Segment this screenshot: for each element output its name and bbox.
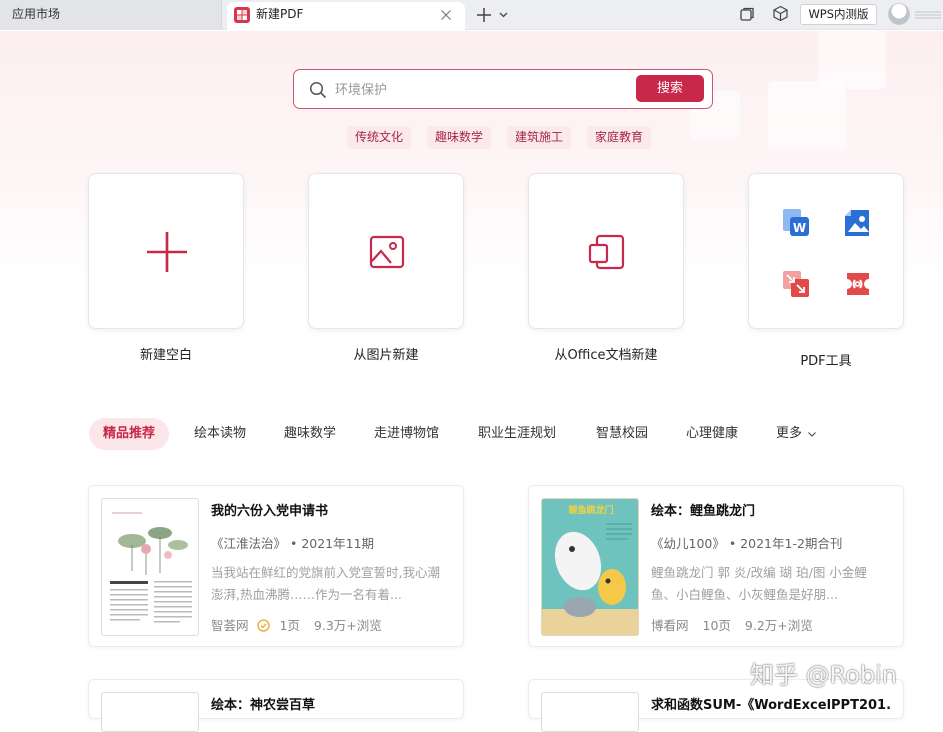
search-icon <box>309 81 327 99</box>
more-options-icon[interactable] <box>913 10 943 20</box>
hot-tag[interactable]: 家庭教育 <box>587 126 652 149</box>
wps-beta-badge[interactable]: WPS内测版 <box>800 4 877 25</box>
new-from-office-label: 从Office文档新建 <box>554 348 658 363</box>
category-tab-career[interactable]: 职业生涯规划 <box>464 418 570 450</box>
tab-bar: 应用市场 新建PDF WPS内测版 <box>0 0 943 30</box>
decoration-block <box>768 81 846 151</box>
document-convert-icon <box>588 234 625 270</box>
plus-icon <box>147 232 187 272</box>
watermark: 知乎 @Robin <box>750 661 898 689</box>
new-tab-plus-icon[interactable] <box>476 7 492 23</box>
category-tab-mental-health[interactable]: 心理健康 <box>672 418 752 450</box>
new-from-image-card[interactable] <box>308 173 464 329</box>
category-tab-museum[interactable]: 走进博物馆 <box>360 418 453 450</box>
close-icon[interactable] <box>440 9 452 21</box>
new-from-image-label: 从图片新建 <box>353 348 419 363</box>
doc-card[interactable]: 我的六份入党申请书 《江淮法治》 • 2021年11期 当我站在鲜红的党旗前入党… <box>88 485 464 647</box>
chevron-down-icon <box>808 431 816 437</box>
window-restore-icon[interactable] <box>739 6 755 22</box>
doc-thumbnail <box>101 692 199 732</box>
lotus-painting-thumbnail <box>102 499 198 635</box>
avatar[interactable] <box>888 3 910 25</box>
svg-text:W: W <box>793 221 806 235</box>
doc-description: 当我站在鲜红的党旗前入党宣誓时,我心潮澎湃,热血沸腾……作为一名有着... <box>211 565 440 602</box>
hot-tag[interactable]: 建筑施工 <box>507 126 572 149</box>
doc-thumbnail <box>101 498 199 636</box>
doc-views: 9.2万+浏览 <box>744 618 813 633</box>
category-tab-picture-books[interactable]: 绘本读物 <box>180 418 260 450</box>
verified-badge-icon <box>256 619 270 632</box>
tab-app-market-label: 应用市场 <box>12 7 61 21</box>
doc-title[interactable]: 绘本：鲤鱼跳龙门 <box>651 500 891 519</box>
wps-pdf-logo-icon <box>234 7 250 23</box>
doc-title[interactable]: 绘本：神农尝百草 <box>211 694 451 713</box>
wps-beta-badge-label: WPS内测版 <box>808 7 869 21</box>
doc-publisher: 博看网 <box>651 618 689 633</box>
pdf-to-word-icon[interactable]: W <box>781 208 811 238</box>
new-from-office-card[interactable] <box>528 173 684 329</box>
hot-tag[interactable]: 趣味数学 <box>427 126 492 149</box>
category-tab-more[interactable]: 更多 <box>762 418 831 450</box>
search-input[interactable] <box>335 78 615 102</box>
carp-picture-book-cover: 鲤鱼跳龙门 <box>542 499 638 635</box>
hot-tag[interactable]: 传统文化 <box>347 126 412 149</box>
doc-title[interactable]: 我的六份入党申请书 <box>211 500 451 519</box>
doc-meta: 智荟网 1页 9.3万+浏览 <box>211 615 392 634</box>
doc-card[interactable]: 绘本：神农尝百草 <box>88 679 464 732</box>
tab-new-pdf-label: 新建PDF <box>256 7 304 21</box>
category-tab-fun-math[interactable]: 趣味数学 <box>270 418 350 450</box>
category-tab-featured[interactable]: 精品推荐 <box>89 418 170 450</box>
pdf-split-icon[interactable] <box>781 269 811 299</box>
doc-meta: 博看网 10页 9.2万+浏览 <box>651 615 823 634</box>
new-blank-label: 新建空白 <box>139 348 192 363</box>
tab-app-market[interactable]: 应用市场 <box>0 0 222 30</box>
category-more-label: 更多 <box>776 426 803 441</box>
doc-description: 鲤鱼跳龙门 郭 炎/改编 瑚 珀/图 小金鲤鱼、小白鲤鱼、小灰鲤鱼是好朋... <box>651 565 867 602</box>
tab-new-pdf[interactable]: 新建PDF <box>227 2 465 30</box>
doc-pages: 1页 <box>279 618 300 633</box>
pdf-tools-card[interactable]: W <box>748 173 904 329</box>
image-icon <box>369 235 405 269</box>
doc-thumbnail: 鲤鱼跳龙门 <box>541 498 639 636</box>
chevron-down-icon[interactable] <box>498 9 509 20</box>
pdf-to-image-icon[interactable] <box>843 208 873 238</box>
doc-card[interactable]: 鲤鱼跳龙门 绘本：鲤鱼跳龙门 《幼儿100》 • 2021年1-2期合刊 鲤鱼跳… <box>528 485 904 647</box>
pdf-tools-label: PDF工具 <box>800 354 852 369</box>
doc-title[interactable]: 求和函数SUM-《WordExcelPPT201... <box>651 694 891 713</box>
cover-title: 鲤鱼跳龙门 <box>567 504 613 516</box>
doc-publisher: 智荟网 <box>211 618 249 633</box>
doc-thumbnail <box>541 692 639 732</box>
doc-source: 《幼儿100》 • 2021年1-2期合刊 <box>651 536 843 551</box>
doc-views: 9.3万+浏览 <box>313 618 382 633</box>
category-tab-smart-campus[interactable]: 智慧校园 <box>582 418 662 450</box>
search-button[interactable]: 搜索 <box>636 75 704 102</box>
doc-source: 《江淮法治》 • 2021年11期 <box>211 536 375 551</box>
pdf-merge-icon[interactable] <box>843 269 873 299</box>
new-blank-card[interactable] <box>88 173 244 329</box>
cube-icon[interactable] <box>772 5 789 22</box>
doc-pages: 10页 <box>702 618 731 633</box>
